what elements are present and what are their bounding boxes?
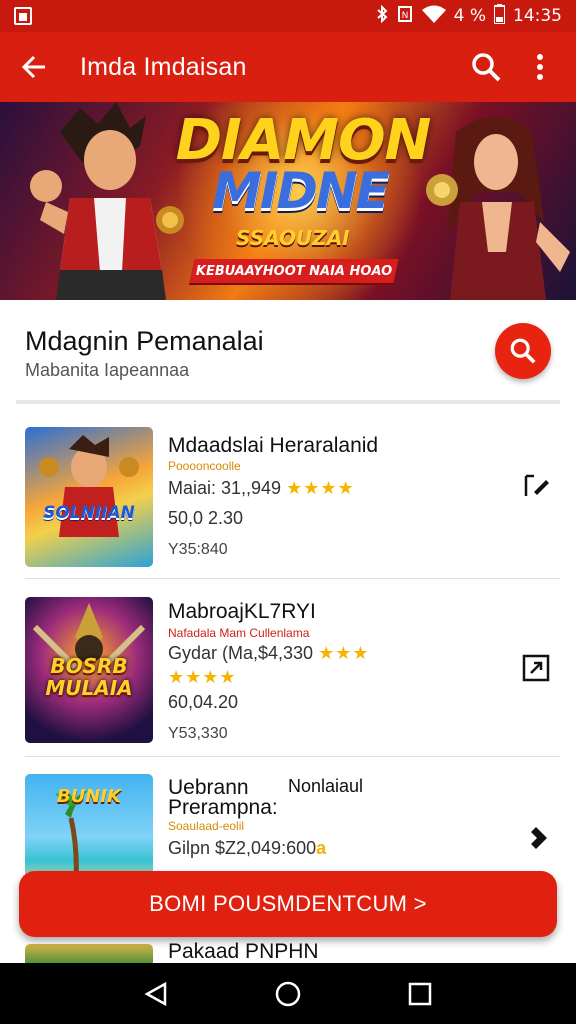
row-divider bbox=[25, 756, 560, 757]
app-notification-icon bbox=[14, 7, 32, 25]
section-header: Mdagnin Pemanalai Mabanita Iapeannaa bbox=[0, 300, 576, 400]
bluetooth-icon bbox=[376, 4, 388, 27]
expand-icon[interactable] bbox=[518, 650, 554, 686]
section-subtitle: Mabanita Iapeannaa bbox=[25, 360, 190, 380]
game-name-right: Nonlaiaul bbox=[288, 776, 364, 796]
game-name: MabroajKL7RYI bbox=[168, 600, 316, 623]
cta-button[interactable]: BOMI POUSMDENTCUM > bbox=[19, 871, 557, 937]
game-meta: Maiai: 31,,949 ★★★★ bbox=[168, 478, 355, 499]
search-fab-button[interactable] bbox=[495, 323, 551, 379]
system-nav-bar bbox=[0, 963, 576, 1024]
wifi-icon bbox=[421, 5, 446, 27]
status-time: 14:35 bbox=[513, 6, 562, 26]
search-icon[interactable] bbox=[466, 47, 506, 87]
battery-icon bbox=[493, 4, 506, 28]
rating-stars: ★★★★ bbox=[286, 478, 355, 499]
banner-subtitle: SSAOUZAI bbox=[236, 226, 350, 250]
more-vert-icon[interactable] bbox=[520, 47, 560, 87]
row-divider bbox=[25, 578, 560, 579]
game-name-line2: Prerampna: bbox=[168, 796, 278, 819]
section-title: Mdagnin Pemanalai bbox=[25, 326, 264, 356]
game-meta-text: Maiai: 31,,949 bbox=[168, 478, 282, 498]
game-thumbnail: BOSRB MULAIA bbox=[25, 597, 153, 743]
thumb-title: SOLNIIAN bbox=[43, 503, 135, 523]
game-meta-stars-row: ★★★★ bbox=[168, 667, 237, 688]
game-tag: Pooooncoolle bbox=[168, 459, 241, 473]
thumb-title: BOSRB MULAIA bbox=[45, 654, 133, 700]
game-price: Y35:840 bbox=[168, 541, 228, 558]
game-thumbnail bbox=[25, 944, 153, 964]
rating-stars: ★★★★ bbox=[168, 667, 237, 688]
app-bar-title: Imda Imdaisan bbox=[80, 52, 247, 81]
battery-percent: 4 % bbox=[453, 6, 486, 26]
game-value: 50,0 2.30 bbox=[168, 508, 244, 528]
svg-text:N: N bbox=[401, 11, 408, 21]
game-price: Y53,330 bbox=[168, 725, 228, 742]
banner-ribbon-text: KEBUAAYHOOT NAIA HOAO bbox=[195, 263, 393, 279]
recents-square-icon[interactable] bbox=[400, 974, 440, 1014]
rating-stars: ★★★ bbox=[318, 643, 370, 664]
back-triangle-icon[interactable] bbox=[136, 974, 176, 1014]
back-arrow-icon[interactable] bbox=[16, 49, 52, 85]
search-icon bbox=[510, 338, 536, 364]
game-meta: Gydar (Ma,$4,330 ★★★ bbox=[168, 643, 370, 664]
game-meta-text: Gilpn $Z2,049:600 bbox=[168, 838, 317, 858]
status-icons: N 4 % 14:35 bbox=[376, 4, 562, 28]
promo-banner[interactable]: DIAMON MIDNE SSAOUZAI KEBUAAYHOOT NAIA H… bbox=[0, 102, 576, 300]
app-bar: Imda Imdaisan bbox=[0, 32, 576, 102]
banner-ribbon: KEBUAAYHOOT NAIA HOAO bbox=[189, 259, 399, 283]
status-bar: N 4 % 14:35 bbox=[0, 0, 576, 32]
game-art-icon bbox=[39, 435, 139, 537]
share-icon[interactable] bbox=[518, 820, 554, 856]
home-circle-icon[interactable] bbox=[268, 974, 308, 1014]
edit-icon[interactable] bbox=[518, 468, 554, 504]
game-meta: Gilpn $Z2,049:600a bbox=[168, 838, 326, 859]
game-tag: Soaulaad-eolil bbox=[168, 819, 245, 833]
game-tag: Nafadala Mam Cullenlama bbox=[168, 626, 310, 640]
game-meta-suffix: a bbox=[316, 838, 327, 858]
game-meta-text: Gydar (Ma,$4,330 bbox=[168, 643, 314, 663]
section-divider bbox=[16, 400, 560, 404]
game-name: Pakaad PNPHN bbox=[168, 940, 319, 963]
banner-title-line2: MIDNE bbox=[212, 162, 390, 220]
game-thumbnail: SOLNIIAN bbox=[25, 427, 153, 567]
thumb-title: BUNIK bbox=[56, 786, 122, 807]
game-value: 60,04.20 bbox=[168, 692, 239, 712]
game-name: Mdaadslai Heraralanid bbox=[168, 434, 379, 457]
vibrate-icon: N bbox=[396, 5, 414, 27]
